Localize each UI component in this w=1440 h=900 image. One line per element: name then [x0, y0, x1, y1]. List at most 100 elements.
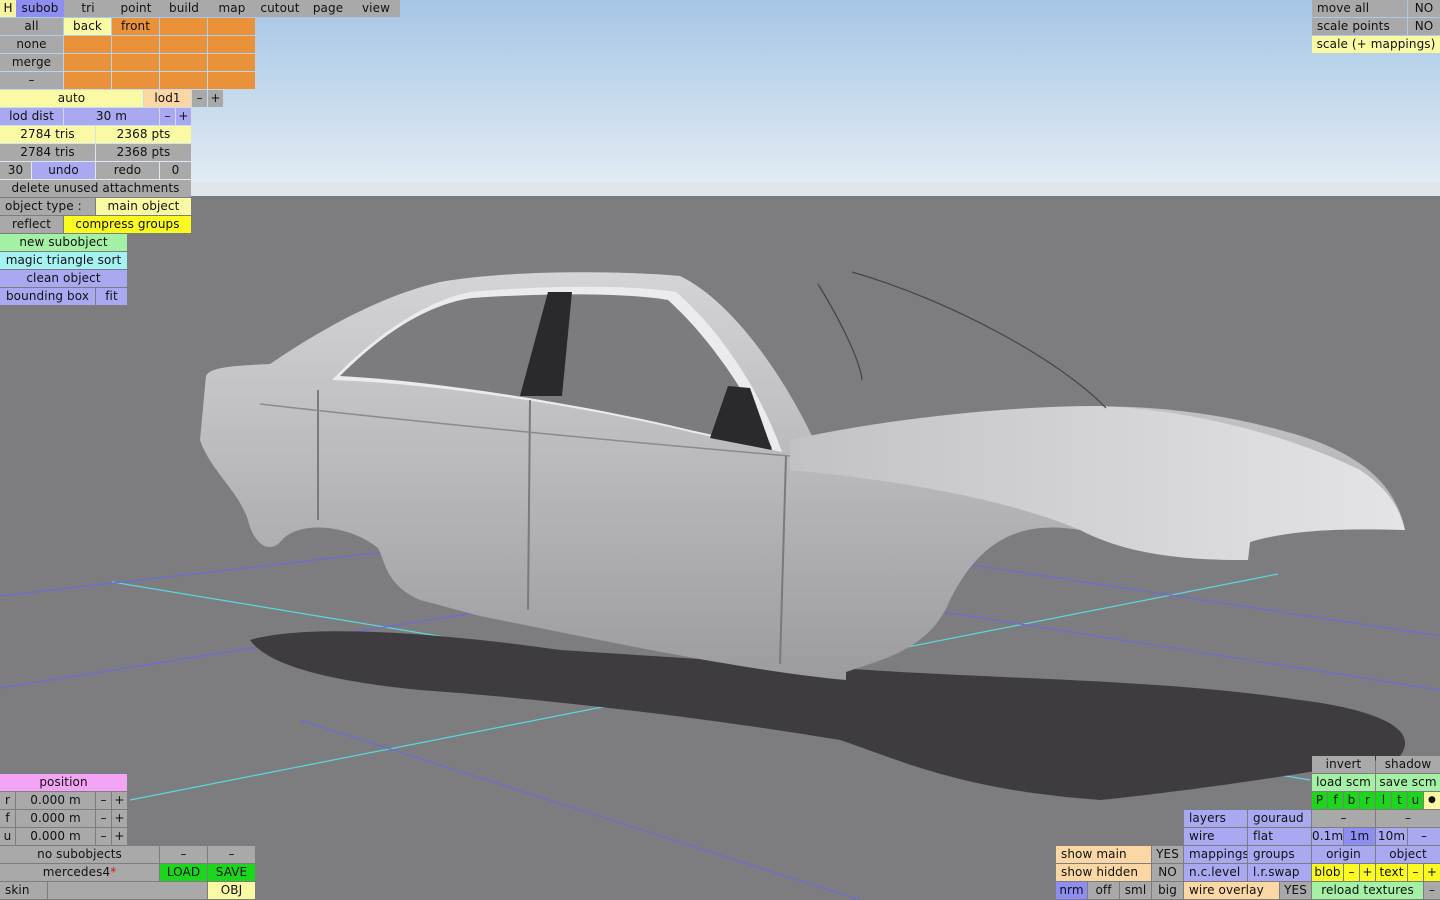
sml-button[interactable]: sml	[1120, 882, 1151, 899]
subobject-dash-button-2[interactable]: –	[208, 846, 255, 863]
move-all-value[interactable]: NO	[1408, 0, 1440, 17]
save-button[interactable]: SAVE	[208, 864, 255, 881]
blob-minus-button[interactable]: –	[1344, 864, 1359, 881]
reload-textures-minus-button[interactable]: –	[1424, 882, 1440, 899]
selection-dash-button[interactable]: –	[0, 72, 63, 89]
lod-auto-button[interactable]: auto	[0, 90, 143, 107]
grid-1m-button[interactable]: 1m	[1344, 828, 1375, 845]
position-r-plus-button[interactable]: +	[112, 792, 127, 809]
grid-10m-button[interactable]: 10m	[1376, 828, 1407, 845]
flag-u-button[interactable]: u	[1408, 792, 1423, 809]
tab-page[interactable]: page	[304, 0, 352, 17]
text-button[interactable]: text	[1376, 864, 1407, 881]
grid-dash-button-2[interactable]: –	[1376, 810, 1440, 827]
bounding-box-button[interactable]: bounding box	[0, 288, 95, 305]
nc-level-button[interactable]: n.c.level	[1184, 864, 1247, 881]
lod1-button[interactable]: lod1	[144, 90, 191, 107]
tab-point[interactable]: point	[112, 0, 160, 17]
text-minus-button[interactable]: –	[1408, 864, 1423, 881]
scale-mappings-button[interactable]: scale (+ mappings)	[1312, 36, 1440, 53]
tab-build[interactable]: build	[160, 0, 208, 17]
tab-cutout[interactable]: cutout	[256, 0, 304, 17]
groups-button[interactable]: groups	[1248, 846, 1311, 863]
position-value-f[interactable]: 0.000 m	[16, 810, 95, 827]
clean-object-button[interactable]: clean object	[0, 270, 127, 287]
position-value-u[interactable]: 0.000 m	[16, 828, 95, 845]
lod-dist-minus-button[interactable]: –	[160, 108, 175, 125]
wire-overlay-value[interactable]: YES	[1280, 882, 1311, 899]
tab-map[interactable]: map	[208, 0, 256, 17]
new-subobject-button[interactable]: new subobject	[0, 234, 127, 251]
position-value-r[interactable]: 0.000 m	[16, 792, 95, 809]
invert-button[interactable]: invert	[1312, 756, 1375, 773]
grid-minus-button[interactable]: –	[1408, 828, 1440, 845]
flag-p-button[interactable]: P	[1312, 792, 1327, 809]
3d-viewport[interactable]	[0, 0, 1440, 900]
tab-tri[interactable]: tri	[64, 0, 112, 17]
select-back-button[interactable]: back	[64, 18, 111, 35]
skin-field[interactable]	[48, 882, 207, 899]
flag-f-button[interactable]: f	[1328, 792, 1343, 809]
lr-swap-button[interactable]: l.r.swap	[1248, 864, 1311, 881]
selection-slot[interactable]	[160, 36, 207, 53]
flat-button[interactable]: flat	[1248, 828, 1311, 845]
off-button[interactable]: off	[1088, 882, 1119, 899]
select-all-button[interactable]: all	[0, 18, 63, 35]
compress-groups-button[interactable]: compress groups	[64, 216, 191, 233]
flag-dot-button[interactable]: ●	[1424, 792, 1440, 809]
selection-slot[interactable]	[208, 36, 255, 53]
selection-slot[interactable]	[208, 18, 255, 35]
grid-dash-button[interactable]: –	[1312, 810, 1375, 827]
flag-b-button[interactable]: b	[1344, 792, 1359, 809]
blob-button[interactable]: blob	[1312, 864, 1343, 881]
object-button[interactable]: object	[1376, 846, 1440, 863]
show-main-value[interactable]: YES	[1152, 846, 1183, 863]
save-scm-button[interactable]: save scm	[1376, 774, 1440, 791]
undo-button[interactable]: undo	[32, 162, 95, 179]
lod-dist-plus-button[interactable]: +	[176, 108, 191, 125]
grid-0.1m-button[interactable]: 0.1m	[1312, 828, 1343, 845]
flag-l-button[interactable]: l	[1376, 792, 1391, 809]
selection-slot[interactable]	[64, 36, 111, 53]
selection-slot[interactable]	[208, 54, 255, 71]
scale-points-button[interactable]: scale points	[1312, 18, 1407, 35]
object-type-value[interactable]: main object	[96, 198, 191, 215]
selection-slot[interactable]	[160, 72, 207, 89]
load-button[interactable]: LOAD	[160, 864, 207, 881]
reflect-button[interactable]: reflect	[0, 216, 63, 233]
selection-slot[interactable]	[160, 18, 207, 35]
load-scm-button[interactable]: load scm	[1312, 774, 1375, 791]
tab-view[interactable]: view	[352, 0, 400, 17]
move-all-button[interactable]: move all	[1312, 0, 1407, 17]
layers-button[interactable]: layers	[1184, 810, 1247, 827]
tab-subob[interactable]: subob	[16, 0, 64, 17]
selection-slot[interactable]	[160, 54, 207, 71]
position-f-minus-button[interactable]: –	[96, 810, 111, 827]
gouraud-button[interactable]: gouraud	[1248, 810, 1311, 827]
lod-minus-button[interactable]: –	[192, 90, 207, 107]
show-main-button[interactable]: show main	[1056, 846, 1151, 863]
selection-slot[interactable]	[208, 72, 255, 89]
delete-unused-attachments-button[interactable]: delete unused attachments	[0, 180, 191, 197]
lod-plus-button[interactable]: +	[208, 90, 223, 107]
show-hidden-value[interactable]: NO	[1152, 864, 1183, 881]
magic-triangle-sort-button[interactable]: magic triangle sort	[0, 252, 127, 269]
selection-slot[interactable]	[64, 72, 111, 89]
mappings-button[interactable]: mappings	[1184, 846, 1247, 863]
position-u-plus-button[interactable]: +	[112, 828, 127, 845]
lod-dist-value[interactable]: 30 m	[64, 108, 159, 125]
scale-points-value[interactable]: NO	[1408, 18, 1440, 35]
subobject-dash-button[interactable]: –	[160, 846, 207, 863]
reload-textures-button[interactable]: reload textures	[1312, 882, 1423, 899]
origin-button[interactable]: origin	[1312, 846, 1375, 863]
big-button[interactable]: big	[1152, 882, 1183, 899]
selection-slot[interactable]	[112, 72, 159, 89]
merge-button[interactable]: merge	[0, 54, 63, 71]
redo-button[interactable]: redo	[96, 162, 159, 179]
position-u-minus-button[interactable]: –	[96, 828, 111, 845]
fit-button[interactable]: fit	[96, 288, 127, 305]
obj-button[interactable]: OBJ	[208, 882, 255, 899]
select-none-button[interactable]: none	[0, 36, 63, 53]
selection-slot[interactable]	[112, 36, 159, 53]
selection-slot[interactable]	[112, 54, 159, 71]
